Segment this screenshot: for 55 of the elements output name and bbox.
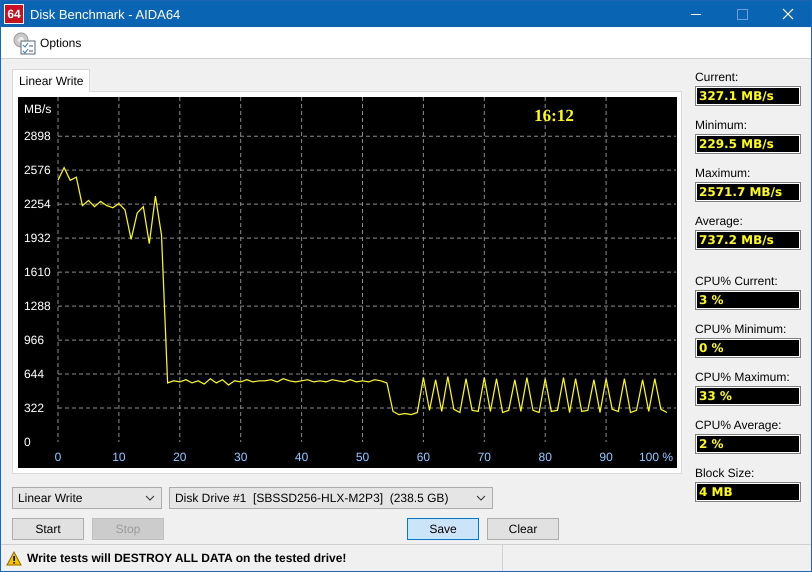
drive-dropdown[interactable]: Disk Drive #1 [SBSSD256-HLX-M2P3] (238.5 GB)	[169, 487, 493, 509]
options-menu[interactable]: Options	[9, 28, 84, 58]
elapsed-time: 16:12	[534, 106, 574, 125]
action-button[interactable]: Clear	[487, 518, 559, 540]
stat-value: 2 %	[695, 434, 801, 454]
stat-value: 737.2 MB/s	[695, 230, 801, 250]
y-axis-label: 0	[24, 435, 31, 449]
test-dropdown[interactable]: Linear Write	[12, 487, 162, 509]
stat-label: Minimum:	[695, 117, 748, 134]
x-axis-label: 0	[54, 450, 62, 464]
stat-value: 33 %	[695, 386, 801, 406]
tab[interactable]: Linear Write	[12, 69, 90, 92]
x-axis-label: 90	[599, 450, 613, 464]
y-axis-label: 2576	[24, 163, 51, 178]
stat-label: Average:	[695, 213, 744, 230]
stat-value: 3 %	[695, 290, 801, 310]
x-axis-label: 30	[234, 450, 248, 464]
caret-icon	[476, 495, 486, 501]
app-logo: 64	[4, 4, 24, 24]
y-axis-label: 966	[24, 333, 44, 348]
stat-label: Block Size:	[695, 465, 756, 482]
y-axis-label: 1932	[24, 231, 51, 246]
stat-value: 229.5 MB/s	[695, 134, 801, 154]
x-axis-label: 60	[416, 450, 430, 464]
y-axis-label: 2254	[24, 197, 51, 212]
y-axis-label: 1610	[24, 265, 51, 280]
x-axis-label: 50	[356, 450, 370, 464]
x-axis-label: 100 %	[638, 450, 673, 464]
action-button[interactable]: Start	[12, 518, 84, 540]
x-axis-label: 20	[173, 450, 186, 464]
stat-label: Current:	[695, 69, 740, 86]
y-axis-label: 322	[24, 401, 44, 416]
stat-label: CPU% Average:	[695, 417, 782, 434]
x-axis-label: 80	[538, 450, 552, 464]
stat-label: CPU% Current:	[695, 273, 779, 290]
stat-label: Maximum:	[695, 165, 752, 182]
y-axis-label: 2898	[24, 129, 51, 144]
warning-message: Write tests will DESTROY ALL DATA on the tested drive!	[27, 551, 346, 565]
stat-label: CPU% Minimum:	[695, 321, 788, 338]
gear-checklist-icon	[11, 30, 37, 56]
x-axis-label: 70	[478, 450, 491, 464]
window-title: Disk Benchmark - AIDA64	[30, 6, 180, 22]
caret-icon	[145, 495, 155, 501]
x-axis-label: 40	[294, 450, 308, 464]
warning-icon	[6, 550, 22, 566]
stat-label: CPU% Maximum:	[695, 369, 791, 386]
y-axis-label: 1288	[24, 299, 51, 314]
stat-value: 2571.7 MB/s	[695, 182, 801, 202]
y-axis-title: MB/s	[24, 102, 52, 116]
stat-value: 327.1 MB/s	[695, 86, 801, 106]
y-axis-label: 644	[24, 367, 44, 382]
action-button[interactable]: Save	[407, 518, 479, 540]
stat-value: 4 MB	[695, 482, 801, 502]
stat-value: 0 %	[695, 338, 801, 358]
x-axis-label: 10	[112, 450, 126, 464]
